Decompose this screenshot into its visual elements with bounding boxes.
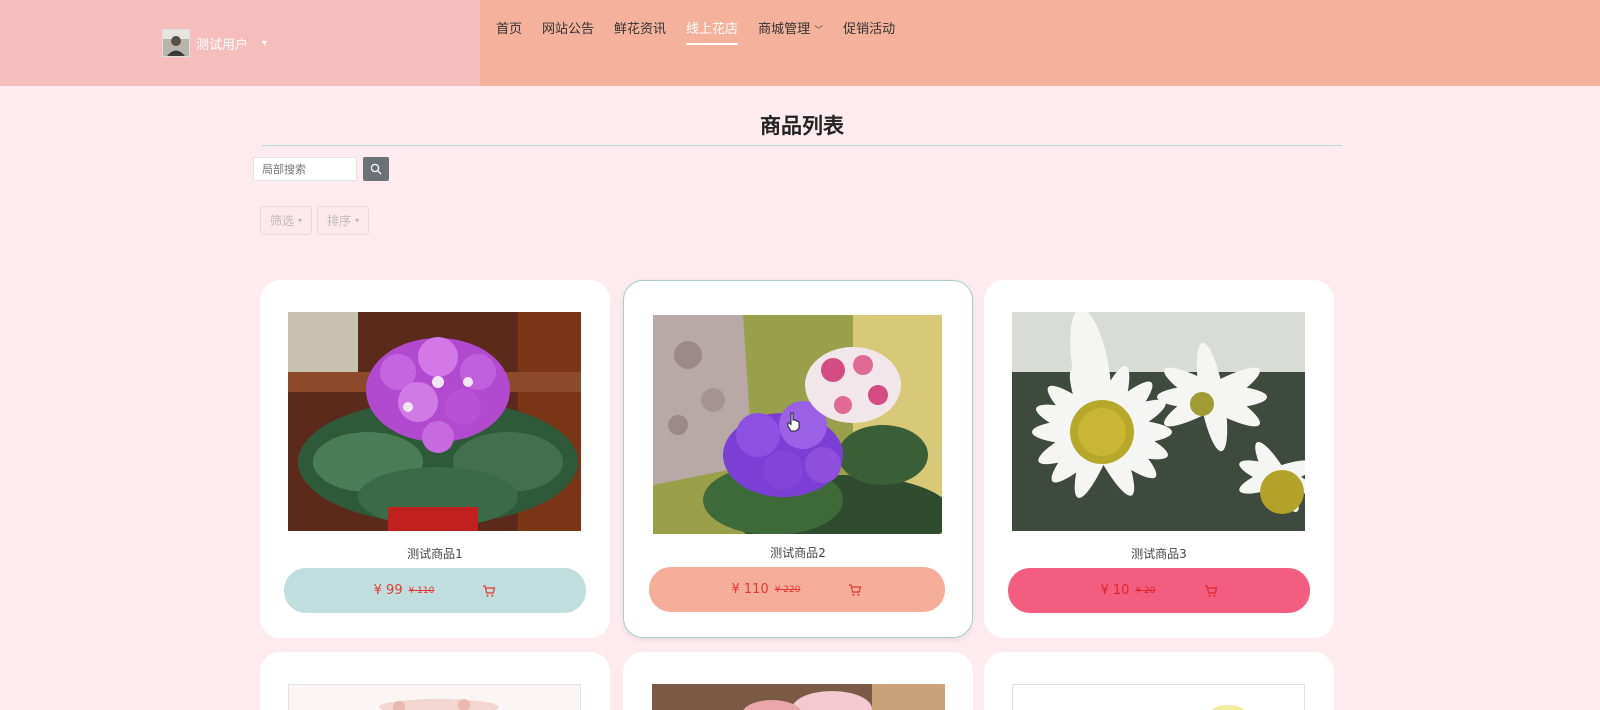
nav-home[interactable]: 首页 <box>496 16 522 45</box>
nav-flower-news[interactable]: 鲜花资讯 <box>614 16 666 45</box>
chevron-down-icon: ﹀ <box>814 26 824 36</box>
filter-bar: 筛选 ▾ 排序 ▾ <box>260 206 370 235</box>
product-card[interactable] <box>260 652 610 710</box>
product-old-price: ¥ 110 <box>408 585 435 596</box>
product-price: ¥ 10 <box>1100 583 1130 598</box>
caret-down-icon: ▾ <box>298 216 303 225</box>
nav-announcements[interactable]: 网站公告 <box>542 16 594 45</box>
page-title-bar: 商品列表 <box>262 112 1342 146</box>
product-card[interactable] <box>623 652 973 710</box>
sort-label: 排序 <box>327 214 352 228</box>
caret-down-icon: ▾ <box>355 216 360 225</box>
product-image[interactable] <box>288 684 581 710</box>
product-image[interactable] <box>1012 684 1305 710</box>
product-card[interactable] <box>984 652 1334 710</box>
caret-down-icon[interactable]: ▾ <box>262 38 267 49</box>
main-nav: 首页 网站公告 鲜花资讯 线上花店 商城管理 ﹀ 促销活动 <box>496 16 895 45</box>
user-menu[interactable]: 测试用户 ▾ <box>162 29 267 57</box>
product-old-price: ¥ 220 <box>774 584 801 595</box>
product-price: ¥ 99 <box>373 583 403 598</box>
price-bar[interactable]: ¥ 10 ¥ 20 <box>1008 568 1310 613</box>
product-card[interactable]: 测试商品2 ¥ 110 ¥ 220 <box>623 280 973 638</box>
cart-icon[interactable] <box>848 583 862 597</box>
product-card[interactable]: 测试商品3 ¥ 10 ¥ 20 <box>984 280 1334 638</box>
price-bar[interactable]: ¥ 99 ¥ 110 <box>284 568 586 613</box>
filter-button[interactable]: 筛选 ▾ <box>260 206 313 235</box>
product-image[interactable] <box>288 312 581 531</box>
search-bar <box>253 157 389 181</box>
header: 测试用户 ▾ 首页 网站公告 鲜花资讯 线上花店 商城管理 ﹀ 促销活动 <box>0 0 1600 86</box>
hand-cursor-icon <box>786 412 802 436</box>
nav-mall-management-label: 商城管理 <box>758 22 811 37</box>
header-left-panel: 测试用户 ▾ <box>0 0 480 86</box>
product-name[interactable]: 测试商品2 <box>624 544 972 561</box>
nav-online-shop[interactable]: 线上花店 <box>686 16 739 45</box>
page-title: 商品列表 <box>760 114 844 138</box>
product-name[interactable]: 测试商品1 <box>260 545 610 562</box>
product-name[interactable]: 测试商品3 <box>984 545 1334 562</box>
search-button[interactable] <box>363 157 389 181</box>
nav-promotions[interactable]: 促销活动 <box>843 16 895 45</box>
nav-mall-management[interactable]: 商城管理 ﹀ <box>758 16 823 45</box>
avatar[interactable] <box>162 29 190 57</box>
filter-label: 筛选 <box>270 214 295 228</box>
cart-icon[interactable] <box>1204 584 1218 598</box>
user-name[interactable]: 测试用户 <box>196 34 248 53</box>
search-input[interactable] <box>253 157 357 181</box>
product-old-price: ¥ 20 <box>1135 585 1156 596</box>
product-image[interactable] <box>652 684 945 710</box>
cart-icon[interactable] <box>482 584 496 598</box>
price-bar[interactable]: ¥ 110 ¥ 220 <box>649 567 945 612</box>
product-price: ¥ 110 <box>731 582 769 597</box>
product-image[interactable] <box>1012 312 1305 531</box>
product-card[interactable]: 测试商品1 ¥ 99 ¥ 110 <box>260 280 610 638</box>
search-icon <box>370 163 382 175</box>
sort-button[interactable]: 排序 ▾ <box>317 206 370 235</box>
